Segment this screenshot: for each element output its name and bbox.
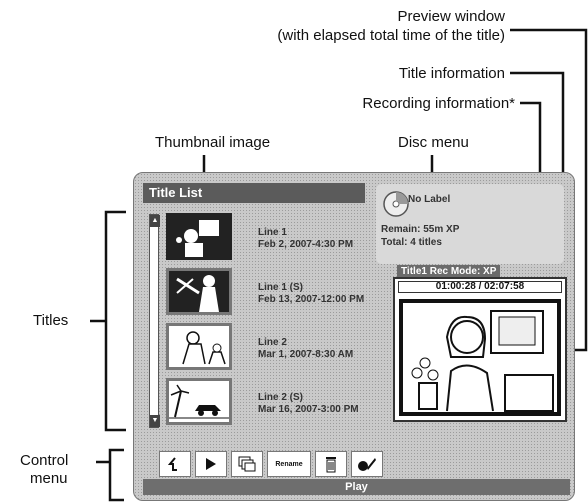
edit-icon[interactable]: [351, 451, 383, 477]
callout-thumbnail-image: Thumbnail image: [155, 134, 271, 151]
thumbnail-art: [169, 271, 229, 312]
disc-icon: [383, 191, 409, 217]
time-separator: /: [478, 281, 482, 292]
rename-button[interactable]: Rename: [267, 451, 311, 477]
callout-titles: Titles: [33, 312, 69, 329]
thumbnail-art: [169, 216, 229, 257]
scrollbar[interactable]: ▲ ▼: [149, 214, 160, 428]
title-row[interactable]: Line 1 (S) Feb 13, 2007-12:00 PM: [166, 268, 372, 320]
pages-icon[interactable]: [231, 451, 263, 477]
elapsed-time: 01:00:28: [435, 281, 476, 292]
callout-recording-information: Recording information*: [362, 95, 515, 112]
preview-image: [399, 299, 561, 416]
callout-disc-menu: Disc menu: [398, 134, 469, 151]
disc-menu[interactable]: No Label Remain: 55m XP Total: 4 titles: [376, 184, 564, 264]
disc-label: No Label: [408, 194, 451, 205]
scroll-down-arrow-icon[interactable]: ▼: [150, 415, 160, 427]
thumbnail-art: [182, 331, 226, 365]
selected-action-label: Play: [143, 479, 570, 495]
up-arrow-icon[interactable]: [159, 451, 191, 477]
thumbnail-image: [166, 323, 232, 370]
callout-preview-window-detail: (with elapsed total time of the title): [277, 27, 505, 44]
callout-title-information: Title information: [398, 65, 505, 82]
thumbnail-image: [166, 268, 232, 315]
trash-icon[interactable]: [315, 451, 347, 477]
total-time: 02:07:58: [484, 281, 525, 292]
scroll-up-arrow-icon[interactable]: ▲: [150, 215, 160, 227]
title-row[interactable]: Line 2 (S) Mar 16, 2007-3:00 PM: [166, 378, 372, 430]
disc-remain: Remain: 55m XP: [381, 224, 460, 235]
title-name: Line 1: [258, 227, 287, 238]
title-date: Feb 2, 2007-4:30 PM: [258, 239, 354, 250]
thumbnail-image: [166, 378, 232, 425]
title-name: Line 1 (S): [258, 282, 304, 293]
thumbnail-art: [169, 384, 229, 419]
preview-window: [393, 277, 567, 422]
title-list-heading: Title List: [143, 183, 365, 203]
title-date: Mar 16, 2007-3:00 PM: [258, 404, 359, 415]
title-name: Line 2: [258, 337, 287, 348]
title-date: Feb 13, 2007-12:00 PM: [258, 294, 365, 305]
callout-control-menu: Control: [20, 452, 69, 469]
callout-preview-window: Preview window: [397, 8, 505, 25]
play-icon[interactable]: [195, 451, 227, 477]
callout-control-menu-2: menu: [30, 470, 68, 487]
title-name: Line 2 (S): [258, 392, 304, 403]
disc-total: Total: 4 titles: [381, 237, 442, 248]
title-row[interactable]: Line 2 Mar 1, 2007-8:30 AM: [166, 323, 372, 375]
thumbnail-image: [166, 213, 232, 260]
title-row[interactable]: Line 1 Feb 2, 2007-4:30 PM: [166, 213, 372, 265]
elapsed-time-bar: 01:00:28 / 02:07:58: [398, 281, 562, 293]
title-date: Mar 1, 2007-8:30 AM: [258, 349, 354, 360]
